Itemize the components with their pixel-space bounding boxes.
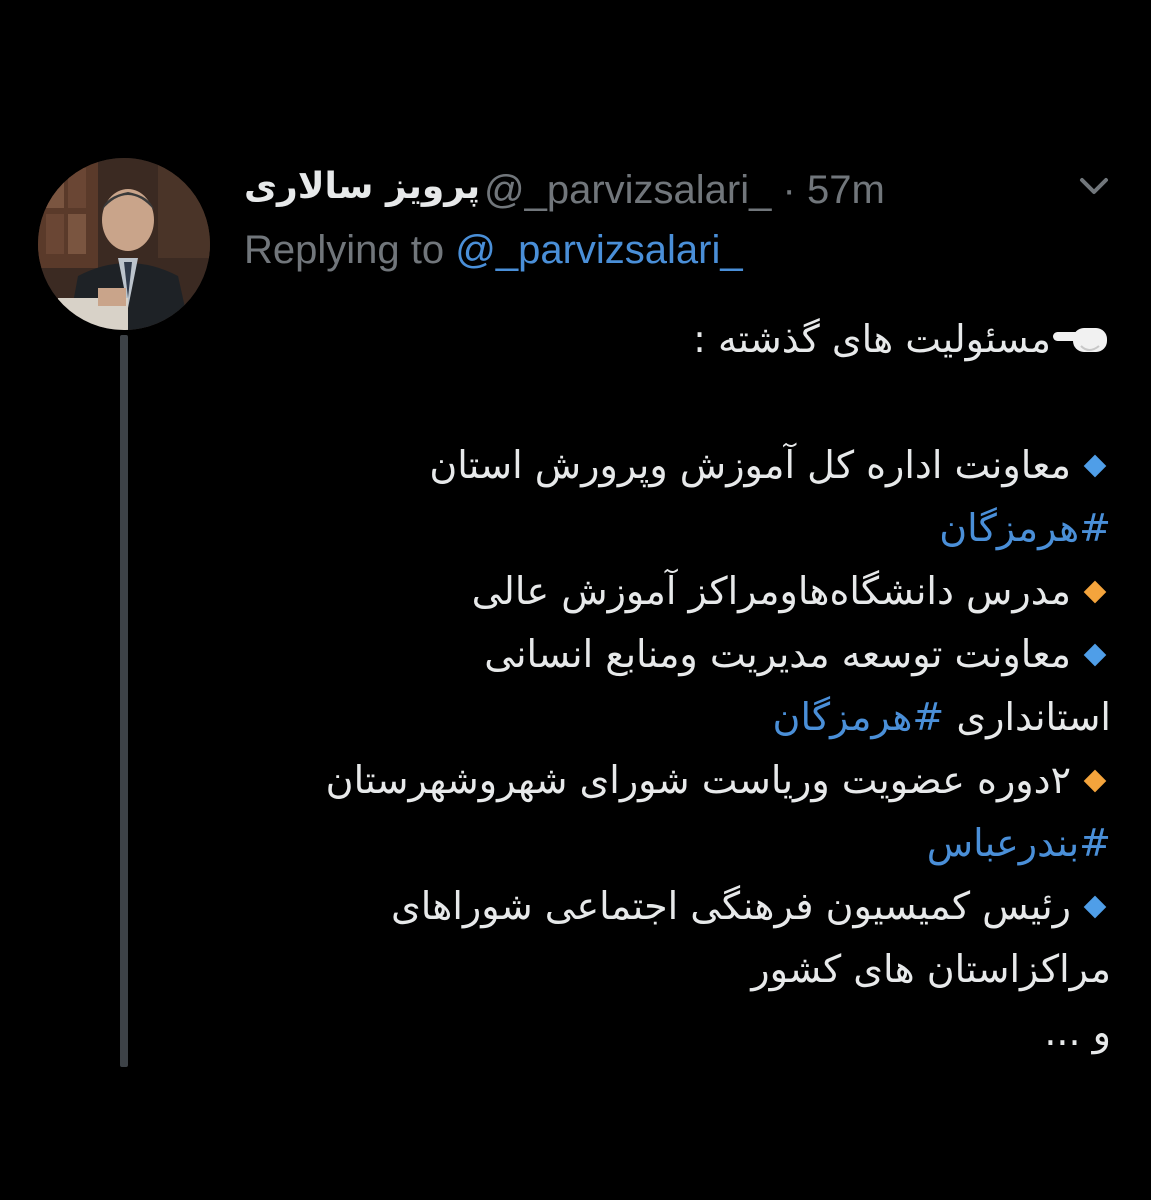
handle-and-time: @_parvizsalari_ · 57m [484, 168, 885, 213]
list-item-text: رئیس کمیسیون فرهنگی اجتماعی شوراهای [390, 884, 1071, 928]
list-item: رئیس کمیسیون فرهنگی اجتماعی شوراهای [231, 875, 1111, 938]
heading-text: مسئولیت های گذشته : [693, 317, 1051, 361]
chevron-down-icon[interactable] [1074, 172, 1114, 202]
tweet-header: پرویز سالاری @_parvizsalari_ · 57m [244, 160, 964, 220]
hashtag-link[interactable]: #هرمزگان [773, 695, 945, 739]
hashtag-link[interactable]: #هرمزگان [939, 506, 1111, 550]
list-item-continuation: #بندرعباس [231, 812, 1111, 875]
list-item-text: ۲دوره عضویت وریاست شورای شهروشهرستان [325, 758, 1071, 802]
list-item-continuation: مراکزاستان های کشور [231, 938, 1111, 1001]
replying-to-mention[interactable]: @_parvizsalari_ [455, 228, 742, 272]
user-handle[interactable]: @_parvizsalari_ [484, 168, 771, 212]
thread-connector-line [120, 335, 128, 1067]
list-item: معاونت توسعه مدیریت ومنابع انسانی [231, 623, 1111, 686]
small-orange-diamond-icon [1083, 580, 1107, 604]
list-item-text: استانداری [956, 695, 1111, 739]
list-item-text: مراکزاستان های کشور [751, 947, 1111, 991]
list-item-text: معاونت توسعه مدیریت ومنابع انسانی [484, 632, 1071, 676]
timestamp[interactable]: 57m [807, 168, 885, 212]
ending-line: و ... [231, 1001, 1111, 1064]
ending-text: و ... [1044, 1010, 1111, 1054]
display-name[interactable]: پرویز سالاری [244, 166, 480, 207]
small-blue-diamond-icon [1083, 454, 1107, 478]
avatar[interactable] [38, 158, 210, 330]
hashtag-link[interactable]: #بندرعباس [927, 821, 1111, 865]
replying-to-label: Replying to [244, 228, 445, 272]
list-item-continuation: #هرمزگان [231, 497, 1111, 560]
heading-line: مسئولیت های گذشته : [231, 308, 1111, 371]
small-blue-diamond-icon [1083, 895, 1107, 919]
tweet-text: مسئولیت های گذشته : معاونت اداره کل آموز… [231, 308, 1111, 1064]
replying-to: Replying to @_parvizsalari_ [244, 228, 743, 273]
list-item-text: معاونت اداره کل آموزش وپرورش استان [429, 443, 1071, 487]
list-item-continuation: استانداری #هرمزگان [231, 686, 1111, 749]
list-item: معاونت اداره کل آموزش وپرورش استان [231, 434, 1111, 497]
list-item-text: مدرس دانشگاه‌هاومراکز آموزش عالی [471, 569, 1071, 613]
small-blue-diamond-icon [1083, 643, 1107, 667]
backhand-index-pointing-left-icon [1053, 328, 1107, 352]
list-item: مدرس دانشگاه‌هاومراکز آموزش عالی [231, 560, 1111, 623]
separator-dot: · [782, 168, 796, 212]
small-orange-diamond-icon [1083, 769, 1107, 793]
list-item: ۲دوره عضویت وریاست شورای شهروشهرستان [231, 749, 1111, 812]
